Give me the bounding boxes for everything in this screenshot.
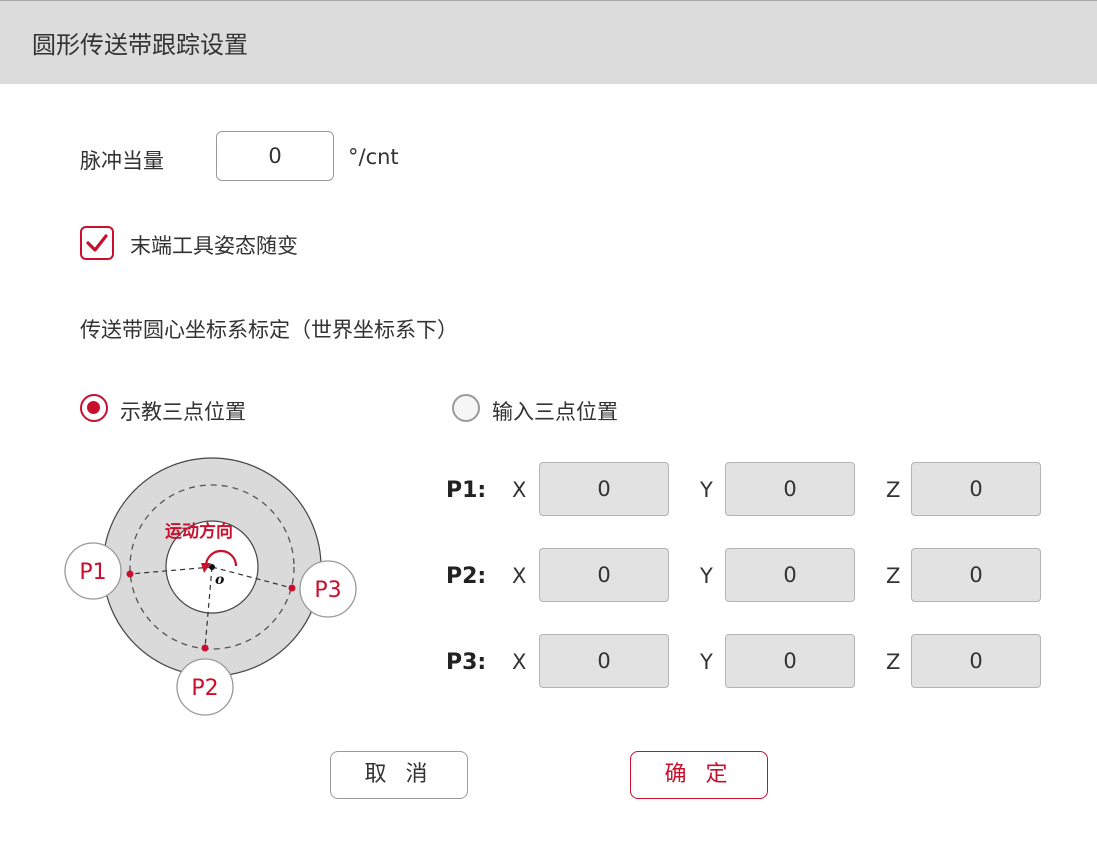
title-bar: 圆形传送带跟踪设置 [0,0,1097,84]
radio-selected-dot [87,401,100,414]
point-label-p2: P2: [446,564,487,589]
p2-z-field[interactable]: 0 [911,548,1041,602]
calibration-heading: 传送带圆心坐标系标定（世界坐标系下） [80,318,458,342]
p3-x-field[interactable]: 0 [539,634,669,688]
checkmark-icon [86,234,108,252]
y-axis-label: Y [700,478,713,502]
p2-label: P2 [191,676,218,701]
tool-follow-checkbox[interactable] [80,226,114,260]
conveyor-diagram: o 运动方向 P1 P3 P2 [64,457,357,716]
teach-mode-label: 示教三点位置 [120,400,246,424]
x-axis-label: X [512,564,527,588]
p2-y-field[interactable]: 0 [725,548,855,602]
x-axis-label: X [512,650,527,674]
pulse-label: 脉冲当量 [80,149,164,173]
y-axis-label: Y [700,650,713,674]
center-label: o [215,572,224,588]
p3-z-field[interactable]: 0 [911,634,1041,688]
p1-y-field[interactable]: 0 [725,462,855,516]
input-mode-radio[interactable] [452,394,480,422]
p1-label: P1 [79,560,106,585]
window-title: 圆形传送带跟踪设置 [32,31,248,59]
point-label-p1: P1: [446,478,487,503]
z-axis-label: Z [886,478,901,502]
p2-x-field[interactable]: 0 [539,548,669,602]
cancel-button[interactable]: 取 消 [330,751,468,799]
confirm-button[interactable]: 确 定 [630,751,768,799]
pulse-unit: °/cnt [348,145,399,169]
p3-y-field[interactable]: 0 [725,634,855,688]
z-axis-label: Z [886,564,901,588]
direction-label: 运动方向 [165,521,233,542]
x-axis-label: X [512,478,527,502]
teach-mode-radio[interactable] [80,394,108,422]
input-mode-label: 输入三点位置 [492,400,618,424]
p1-x-field[interactable]: 0 [539,462,669,516]
point-label-p3: P3: [446,650,487,675]
tool-follow-label: 末端工具姿态随变 [130,234,298,258]
z-axis-label: Z [886,650,901,674]
p1-z-field[interactable]: 0 [911,462,1041,516]
y-axis-label: Y [700,564,713,588]
pulse-input[interactable] [216,131,334,181]
p3-label: P3 [314,578,341,603]
